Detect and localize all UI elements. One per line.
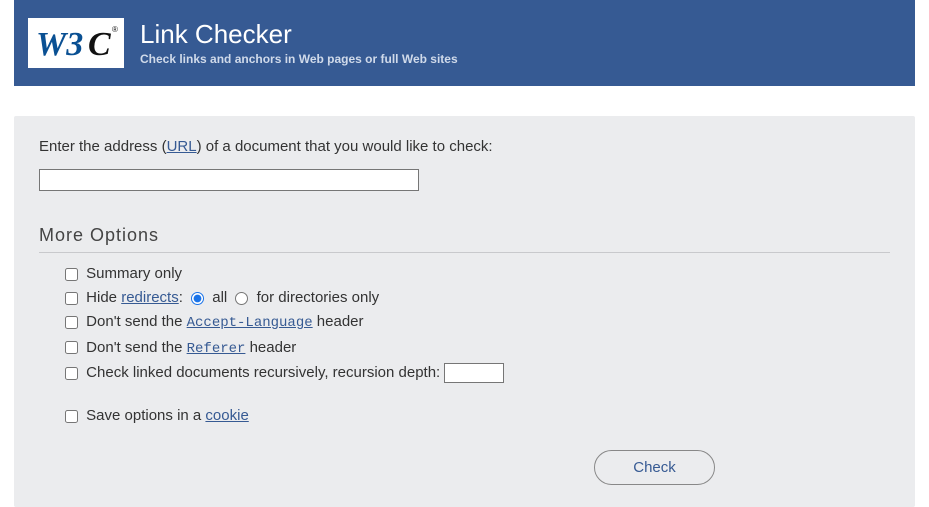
w3c-logo-icon: W3 C ® bbox=[30, 20, 122, 66]
recursion-depth-input[interactable] bbox=[444, 363, 504, 383]
redirect-all-radio[interactable] bbox=[191, 292, 204, 305]
page-subtitle: Check links and anchors in Web pages or … bbox=[140, 52, 458, 66]
referer-help-link[interactable]: Referer bbox=[187, 341, 246, 357]
svg-text:W3: W3 bbox=[36, 26, 83, 63]
redirects-help-link[interactable]: redirects bbox=[121, 289, 179, 306]
option-summary-only: Summary only bbox=[65, 263, 890, 284]
main-form: Enter the address (URL) of a document th… bbox=[14, 116, 915, 507]
svg-text:C: C bbox=[88, 26, 111, 63]
option-hide-redirects: Hide redirects: all for directories only bbox=[65, 287, 890, 308]
hide-label: Hide bbox=[86, 289, 121, 306]
accept-language-help-link[interactable]: Accept-Language bbox=[187, 315, 313, 331]
referer-after: header bbox=[245, 339, 296, 356]
url-help-link[interactable]: URL bbox=[167, 138, 197, 155]
referer-before: Don't send the bbox=[86, 339, 186, 356]
recursive-checkbox[interactable] bbox=[65, 367, 78, 380]
header-text: Link Checker Check links and anchors in … bbox=[140, 20, 458, 67]
option-save-cookie: Save options in a cookie bbox=[65, 405, 890, 426]
url-input[interactable] bbox=[39, 169, 419, 191]
prompt-text: Enter the address (URL) of a document th… bbox=[39, 138, 890, 155]
radio-all-label: all bbox=[212, 289, 227, 306]
accept-lang-after: header bbox=[313, 313, 364, 330]
redirect-dirs-radio[interactable] bbox=[235, 292, 248, 305]
summary-only-checkbox[interactable] bbox=[65, 268, 78, 281]
option-recursive: Check linked documents recursively, recu… bbox=[65, 362, 890, 383]
prompt-after: ) of a document that you would like to c… bbox=[197, 138, 493, 155]
hide-colon: : bbox=[179, 289, 187, 306]
svg-text:®: ® bbox=[112, 25, 118, 34]
accept-lang-before: Don't send the bbox=[86, 313, 186, 330]
divider bbox=[39, 252, 890, 253]
options-list: Summary only Hide redirects: all for dir… bbox=[39, 263, 890, 426]
page-header: W3 C ® Link Checker Check links and anch… bbox=[14, 0, 915, 86]
check-button[interactable]: Check bbox=[594, 450, 715, 485]
referer-checkbox[interactable] bbox=[65, 341, 78, 354]
summary-only-label: Summary only bbox=[86, 265, 182, 282]
radio-dirs-label: for directories only bbox=[257, 289, 380, 306]
save-cookie-checkbox[interactable] bbox=[65, 410, 78, 423]
more-options-heading: More Options bbox=[39, 225, 890, 246]
accept-language-checkbox[interactable] bbox=[65, 316, 78, 329]
prompt-before: Enter the address ( bbox=[39, 138, 167, 155]
option-referer: Don't send the Referer header bbox=[65, 337, 890, 360]
page-title: Link Checker bbox=[140, 20, 458, 49]
cookie-help-link[interactable]: cookie bbox=[205, 407, 248, 424]
option-accept-language: Don't send the Accept-Language header bbox=[65, 311, 890, 334]
recursive-label: Check linked documents recursively, recu… bbox=[86, 364, 444, 381]
w3c-logo: W3 C ® bbox=[28, 18, 124, 68]
hide-redirects-checkbox[interactable] bbox=[65, 292, 78, 305]
save-before: Save options in a bbox=[86, 407, 205, 424]
submit-row: Check bbox=[39, 450, 890, 485]
